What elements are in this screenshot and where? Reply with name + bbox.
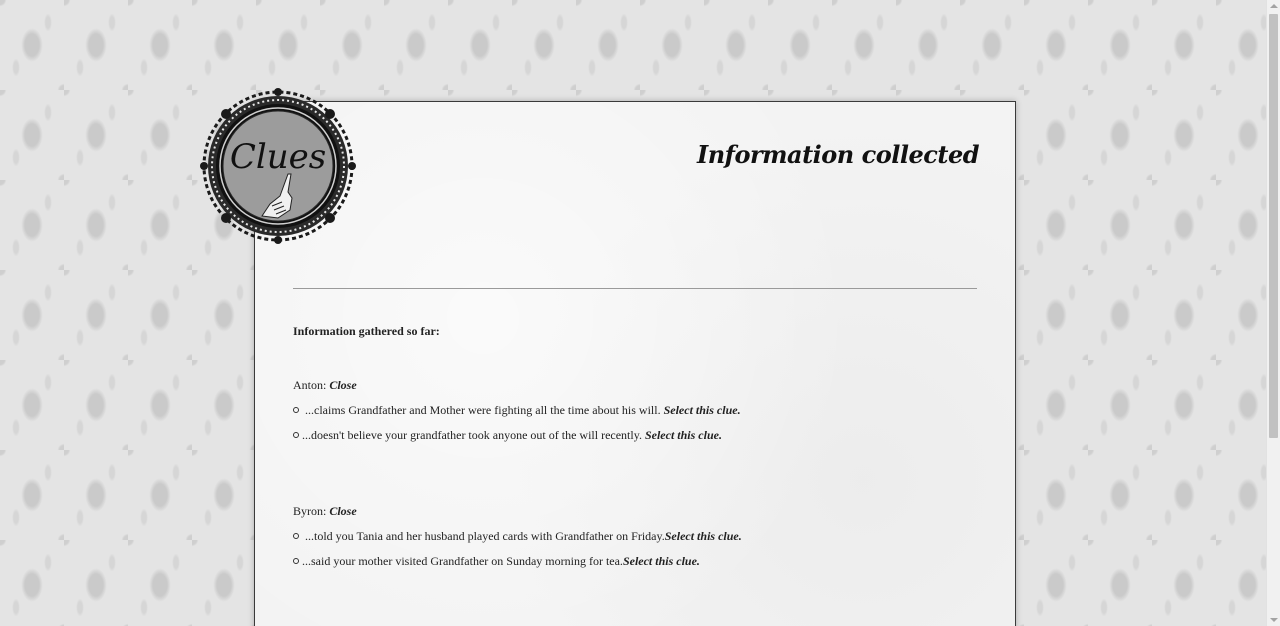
- clue-item: ...doesn't believe your grandfather took…: [293, 428, 983, 446]
- clues-badge: Clues: [200, 88, 356, 244]
- character-name: Anton:: [293, 378, 330, 392]
- bullet-icon: [293, 407, 299, 413]
- clue-text: ...claims Grandfather and Mother were fi…: [302, 403, 664, 417]
- select-clue-link[interactable]: Select this clue.: [665, 529, 742, 543]
- badge-label: Clues: [230, 137, 326, 177]
- clue-item: ...said your mother visited Grandfather …: [293, 554, 983, 572]
- character-header: Anton: Close: [293, 378, 983, 396]
- clue-list: Information gathered so far: Anton: Clos…: [293, 324, 983, 626]
- intro-heading: Information gathered so far:: [293, 324, 440, 338]
- clue-item: ...told you Tania and her husband played…: [293, 529, 983, 547]
- character-header: Byron: Close: [293, 504, 983, 522]
- character-anton: Anton: Close ...claims Grandfather and M…: [293, 378, 983, 446]
- bullet-icon: [293, 558, 299, 564]
- title-divider: [293, 288, 977, 289]
- clue-text: ...said your mother visited Grandfather …: [302, 554, 623, 568]
- scroll-thumb[interactable]: [1269, 14, 1278, 438]
- character-name: Byron:: [293, 504, 330, 518]
- clue-text: ...told you Tania and her husband played…: [302, 529, 665, 543]
- panel-title: Information collected: [697, 140, 980, 169]
- select-clue-link[interactable]: Select this clue.: [623, 554, 700, 568]
- bullet-icon: [293, 432, 299, 438]
- scroll-down-icon[interactable]: [1270, 618, 1278, 622]
- scroll-up-icon[interactable]: [1270, 4, 1278, 8]
- close-link[interactable]: Close: [329, 504, 356, 518]
- character-byron: Byron: Close ...told you Tania and her h…: [293, 504, 983, 572]
- select-clue-link[interactable]: Select this clue.: [664, 403, 741, 417]
- close-link[interactable]: Close: [329, 378, 356, 392]
- vertical-scrollbar[interactable]: [1266, 0, 1280, 626]
- clue-text: ...doesn't believe your grandfather took…: [302, 428, 645, 442]
- bullet-icon: [293, 533, 299, 539]
- select-clue-link[interactable]: Select this clue.: [645, 428, 722, 442]
- clues-panel: Information collected Information gather…: [254, 101, 1016, 626]
- clue-item: ...claims Grandfather and Mother were fi…: [293, 403, 983, 421]
